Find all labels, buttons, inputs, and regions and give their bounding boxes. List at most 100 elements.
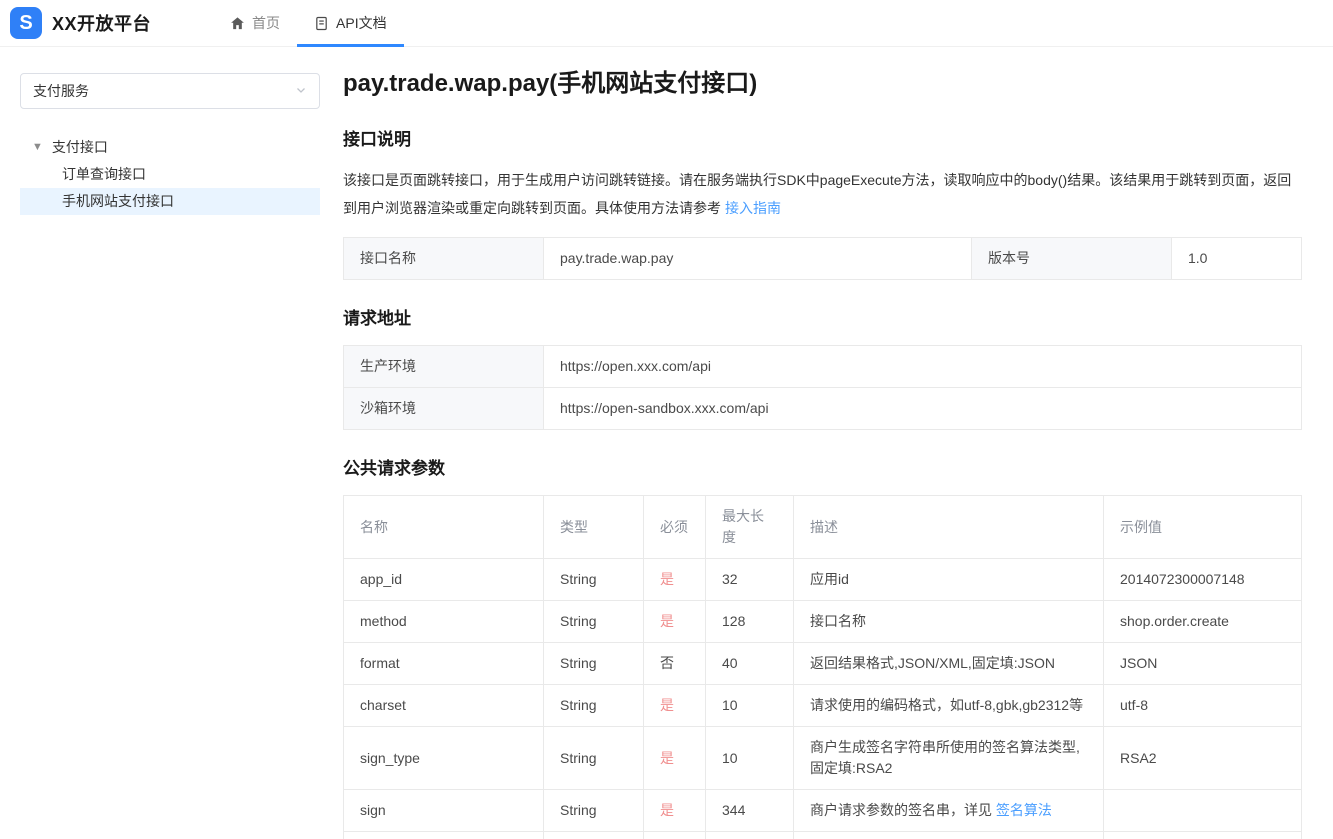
version-label: 版本号: [972, 238, 1172, 280]
tree-group-payment-api[interactable]: ▼ 支付接口: [20, 133, 320, 161]
param-example: 2014072300007148: [1104, 559, 1302, 601]
param-required: 是: [644, 790, 706, 832]
param-required: 否: [644, 643, 706, 685]
common-params-table: 名称类型必须最大长度描述示例值 app_idString是32应用id20140…: [343, 495, 1302, 839]
param-max-length: 40: [706, 643, 794, 685]
param-name: method: [344, 601, 544, 643]
param-example: JSON: [1104, 643, 1302, 685]
section-heading-interface-desc: 接口说明: [343, 129, 1302, 151]
param-desc: 应用id: [794, 559, 1104, 601]
env-label: 沙箱环境: [344, 388, 544, 430]
param-required: 是: [644, 559, 706, 601]
param-row: charsetString是10请求使用的编码格式，如utf-8,gbk,gb2…: [344, 685, 1302, 727]
param-type: String: [544, 727, 644, 790]
interface-name-value: pay.trade.wap.pay: [544, 238, 972, 280]
nav-item-api-docs[interactable]: API文档: [297, 0, 404, 46]
param-type: String: [544, 601, 644, 643]
table-row: 接口名称 pay.trade.wap.pay 版本号 1.0: [344, 238, 1302, 280]
api-tree: ▼ 支付接口 订单查询接口 手机网站支付接口: [20, 133, 320, 215]
app-logo: S: [10, 7, 42, 39]
column-header: 最大长度: [706, 496, 794, 559]
param-max-length: 128: [706, 601, 794, 643]
param-name: sign_type: [344, 727, 544, 790]
version-value: 1.0: [1172, 238, 1302, 280]
column-header: 示例值: [1104, 496, 1302, 559]
param-row: signString是344商户请求参数的签名串，详见 签名算法: [344, 790, 1302, 832]
param-name: sign: [344, 790, 544, 832]
nav-item-label: API文档: [336, 13, 387, 33]
param-example: utf-8: [1104, 685, 1302, 727]
sidebar-item-order-query[interactable]: 订单查询接口: [20, 161, 320, 188]
param-max-length: 10: [706, 685, 794, 727]
env-value: https://open-sandbox.xxx.com/api: [544, 388, 1302, 430]
interface-description: 该接口是页面跳转接口，用于生成用户访问跳转链接。请在服务端执行SDK中pageE…: [343, 166, 1302, 222]
param-name: timestamp: [344, 832, 544, 839]
param-type: String: [544, 790, 644, 832]
param-type: String: [544, 685, 644, 727]
home-icon: [230, 16, 245, 31]
param-max-length: 19: [706, 832, 794, 839]
param-desc: 商户生成签名字符串所使用的签名算法类型,固定填:RSA2: [794, 727, 1104, 790]
param-row: app_idString是32应用id2014072300007148: [344, 559, 1302, 601]
brand-name: XX开放平台: [52, 10, 151, 36]
param-type: String: [544, 832, 644, 839]
app-header: S XX开放平台 首页 API文档: [0, 0, 1333, 47]
param-desc: 返回结果格式,JSON/XML,固定填:JSON: [794, 643, 1104, 685]
param-max-length: 344: [706, 790, 794, 832]
interface-info-table: 接口名称 pay.trade.wap.pay 版本号 1.0: [343, 237, 1302, 280]
param-row: timestampString是19发送请求的时间，格式"yyyy-MM-dd …: [344, 832, 1302, 839]
params-header-row: 名称类型必须最大长度描述示例值: [344, 496, 1302, 559]
request-url-table-body: 生产环境https://open.xxx.com/api沙箱环境https://…: [344, 346, 1302, 430]
service-select[interactable]: 支付服务: [20, 73, 320, 109]
link-sign-algorithm[interactable]: 签名算法: [996, 802, 1052, 818]
param-row: methodString是128接口名称shop.order.create: [344, 601, 1302, 643]
section-heading-request-url: 请求地址: [343, 308, 1302, 330]
param-desc: 请求使用的编码格式，如utf-8,gbk,gb2312等: [794, 685, 1104, 727]
param-required: 是: [644, 685, 706, 727]
brand: S XX开放平台: [10, 0, 151, 46]
param-name: app_id: [344, 559, 544, 601]
table-row: 沙箱环境https://open-sandbox.xxx.com/api: [344, 388, 1302, 430]
param-desc: 商户请求参数的签名串，详见 签名算法: [794, 790, 1104, 832]
params-table-body: app_idString是32应用id2014072300007148metho…: [344, 559, 1302, 839]
nav-item-home[interactable]: 首页: [213, 0, 297, 46]
column-header: 名称: [344, 496, 544, 559]
param-row: sign_typeString是10商户生成签名字符串所使用的签名算法类型,固定…: [344, 727, 1302, 790]
main-content: pay.trade.wap.pay(手机网站支付接口) 接口说明 该接口是页面跳…: [343, 47, 1302, 839]
param-type: String: [544, 559, 644, 601]
column-header: 描述: [794, 496, 1104, 559]
param-example: RSA2: [1104, 727, 1302, 790]
chevron-down-icon: [295, 83, 307, 99]
tree-group-label: 支付接口: [52, 137, 108, 157]
param-row: formatString否40返回结果格式,JSON/XML,固定填:JSONJ…: [344, 643, 1302, 685]
param-max-length: 10: [706, 727, 794, 790]
param-type: String: [544, 643, 644, 685]
param-required: 是: [644, 601, 706, 643]
request-url-table: 生产环境https://open.xxx.com/api沙箱环境https://…: [343, 345, 1302, 430]
param-name: format: [344, 643, 544, 685]
param-desc: 接口名称: [794, 601, 1104, 643]
interface-name-label: 接口名称: [344, 238, 544, 280]
table-row: 生产环境https://open.xxx.com/api: [344, 346, 1302, 388]
top-nav: 首页 API文档: [213, 0, 404, 46]
param-name: charset: [344, 685, 544, 727]
page-content: 支付服务 ▼ 支付接口 订单查询接口 手机网站支付接口 pay.trade.wa…: [0, 47, 1333, 839]
page-title: pay.trade.wap.pay(手机网站支付接口): [343, 67, 1302, 101]
env-value: https://open.xxx.com/api: [544, 346, 1302, 388]
param-example: 2014-07-24 03:07:50: [1104, 832, 1302, 839]
param-desc: 发送请求的时间，格式"yyyy-MM-dd HH:mm:ss": [794, 832, 1104, 839]
service-select-value: 支付服务: [33, 81, 89, 101]
param-example: [1104, 790, 1302, 832]
param-required: 是: [644, 832, 706, 839]
document-icon: [314, 16, 329, 31]
section-heading-common-params: 公共请求参数: [343, 458, 1302, 480]
param-required: 是: [644, 727, 706, 790]
param-example: shop.order.create: [1104, 601, 1302, 643]
link-access-guide[interactable]: 接入指南: [725, 200, 781, 216]
caret-down-icon: ▼: [32, 142, 43, 153]
env-label: 生产环境: [344, 346, 544, 388]
interface-description-text: 该接口是页面跳转接口，用于生成用户访问跳转链接。请在服务端执行SDK中pageE…: [343, 172, 1291, 216]
sidebar-item-wap-pay[interactable]: 手机网站支付接口: [20, 188, 320, 215]
nav-item-label: 首页: [252, 13, 280, 33]
column-header: 类型: [544, 496, 644, 559]
